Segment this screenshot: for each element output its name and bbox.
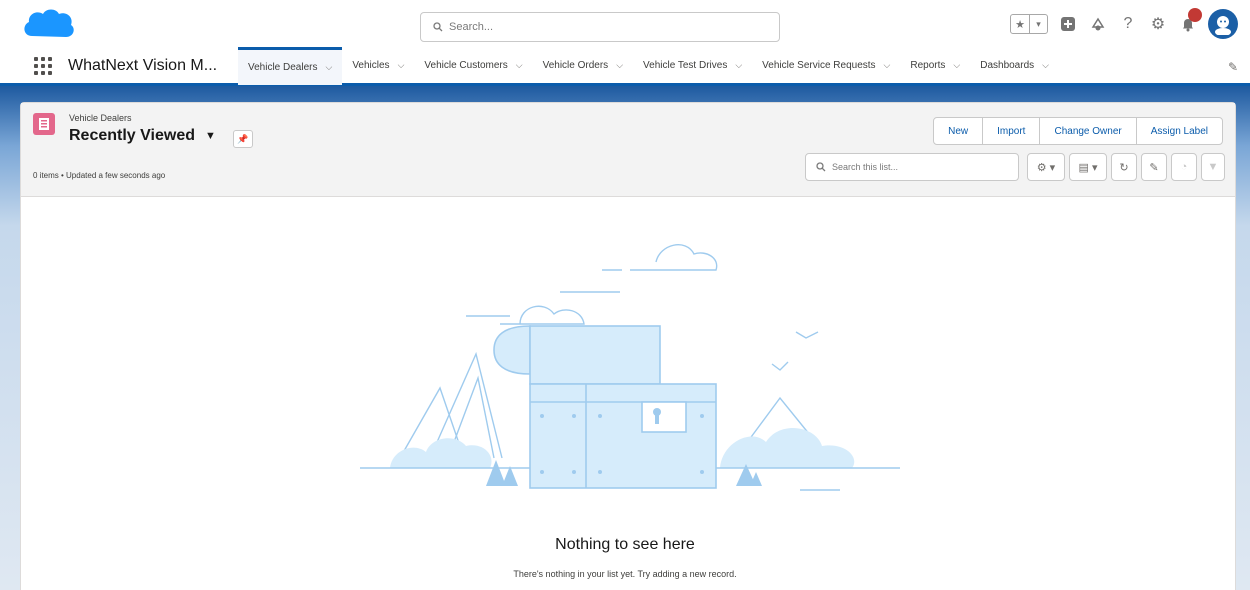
favorites-dropdown-icon[interactable]: ▾ [1029,15,1047,33]
app-name: WhatNext Vision M... [68,56,218,74]
search-icon [816,162,826,172]
search-icon [433,22,443,32]
edit-inline-pencil-icon: ✎ [1149,161,1159,174]
nav-tab-vehicle-service-requests[interactable]: Vehicle Service Requests ⌵ [752,47,900,85]
chevron-down-icon[interactable]: ⌵ [735,60,742,71]
change-owner-button[interactable]: Change Owner [1039,118,1135,144]
app-navigation-bar: WhatNext Vision M... Vehicle Dealers ⌵ V… [0,46,1250,86]
chevron-down-icon[interactable]: ⌵ [884,60,891,71]
user-avatar-icon [1215,16,1231,35]
favorites-star-icon[interactable]: ★ [1011,15,1029,33]
object-label: Vehicle Dealers [69,113,132,123]
nav-tab-label: Vehicles [352,60,390,71]
nav-tab-label: Vehicle Orders [542,60,609,71]
list-search-placeholder: Search this list... [832,162,899,172]
list-search-input[interactable]: Search this list... [805,153,1019,181]
refresh-icon: ↻ [1119,161,1129,174]
nav-tab-label: Vehicle Test Drives [643,60,728,71]
list-meta: 0 items • Updated a few seconds ago [33,171,166,180]
list-view-controls-button[interactable]: ⚙ ▾ [1027,153,1065,181]
global-search-placeholder: Search... [449,21,494,33]
global-actions: ★ ▾ ? ⚙ [1010,8,1238,40]
edit-nav-pencil-icon[interactable]: ✎ [1228,60,1238,74]
nav-tab-label: Vehicle Customers [424,60,508,71]
nav-tab-vehicle-customers[interactable]: Vehicle Customers ⌵ [414,47,532,85]
setup-button[interactable]: ⚙ [1148,14,1168,34]
notifications-button[interactable] [1178,8,1202,34]
add-icon [1061,17,1075,31]
empty-state-subtitle: There's nothing in your list yet. Try ad… [513,569,737,579]
chevron-down-icon[interactable]: ⌵ [616,60,623,71]
nav-tab-dashboards[interactable]: Dashboards ⌵ [970,47,1059,85]
chevron-down-icon[interactable]: ⌵ [398,60,405,71]
import-button[interactable]: Import [982,118,1039,144]
nav-tab-vehicles[interactable]: Vehicles ⌵ [342,47,414,85]
app-launcher-waffle-icon[interactable] [34,56,52,75]
notification-badge [1188,8,1202,22]
setup-gear-icon: ⚙ [1150,16,1166,33]
empty-state-title: Nothing to see here [555,536,695,553]
new-button[interactable]: New [934,118,982,144]
edit-list-button[interactable]: ✎ [1141,153,1167,181]
nav-tab-label: Vehicle Dealers [248,61,318,73]
list-settings-gear-icon: ⚙ ▾ [1036,161,1056,174]
pin-list-view-button[interactable]: 📌 [233,130,253,148]
refresh-button[interactable]: ↻ [1111,153,1137,181]
nav-tab-label: Dashboards [980,60,1035,71]
nav-tab-vehicle-orders[interactable]: Vehicle Orders ⌵ [533,47,633,85]
empty-state-illustration [360,244,900,491]
charts-button[interactable]: ◔ [1171,153,1197,181]
chevron-down-icon[interactable]: ⌵ [325,62,332,73]
filter-button[interactable]: ▼ [1201,153,1225,181]
global-search-input[interactable]: Search... [420,12,780,42]
chevron-down-icon[interactable]: ⌵ [953,60,960,71]
nav-tab-vehicle-dealers[interactable]: Vehicle Dealers ⌵ [238,46,343,85]
filter-icon: ▼ [1207,161,1219,173]
pin-icon: 📌 [237,133,249,144]
nav-tab-vehicle-test-drives[interactable]: Vehicle Test Drives ⌵ [633,47,752,85]
list-actions: New Import Change Owner Assign Label [933,117,1223,145]
charts-icon: ◔ [1180,161,1188,173]
help-icon: ? [1123,15,1133,32]
list-view-selector[interactable]: Recently Viewed ▼ [69,127,216,145]
guidance-center-icon [1091,17,1105,31]
guidance-center-button[interactable] [1088,14,1108,34]
list-view-header: Vehicle Dealers Recently Viewed ▼ 📌 0 it… [21,103,1235,197]
chevron-down-icon[interactable]: ⌵ [516,60,523,71]
caret-down-icon[interactable]: ▼ [205,130,216,142]
salesforce-logo-icon[interactable] [20,6,76,44]
nav-tab-label: Vehicle Service Requests [762,60,876,71]
vehicle-dealer-object-icon [33,113,55,135]
user-avatar-button[interactable] [1208,9,1238,39]
assign-label-button[interactable]: Assign Label [1135,118,1222,144]
help-button[interactable]: ? [1118,14,1138,34]
favorites-button-group[interactable]: ★ ▾ [1010,14,1048,34]
nav-tabs: Vehicle Dealers ⌵ Vehicles ⌵ Vehicle Cus… [238,46,1059,85]
nav-tab-reports[interactable]: Reports ⌵ [900,47,970,85]
display-as-table-icon: ▤ ▾ [1078,161,1098,174]
chevron-down-icon[interactable]: ⌵ [1042,60,1049,71]
global-header: Search... ★ ▾ ? ⚙ [0,0,1250,48]
nav-tab-label: Reports [910,60,946,71]
global-add-button[interactable] [1058,14,1078,34]
display-as-button[interactable]: ▤ ▾ [1069,153,1107,181]
list-view-title: Recently Viewed [69,127,195,144]
